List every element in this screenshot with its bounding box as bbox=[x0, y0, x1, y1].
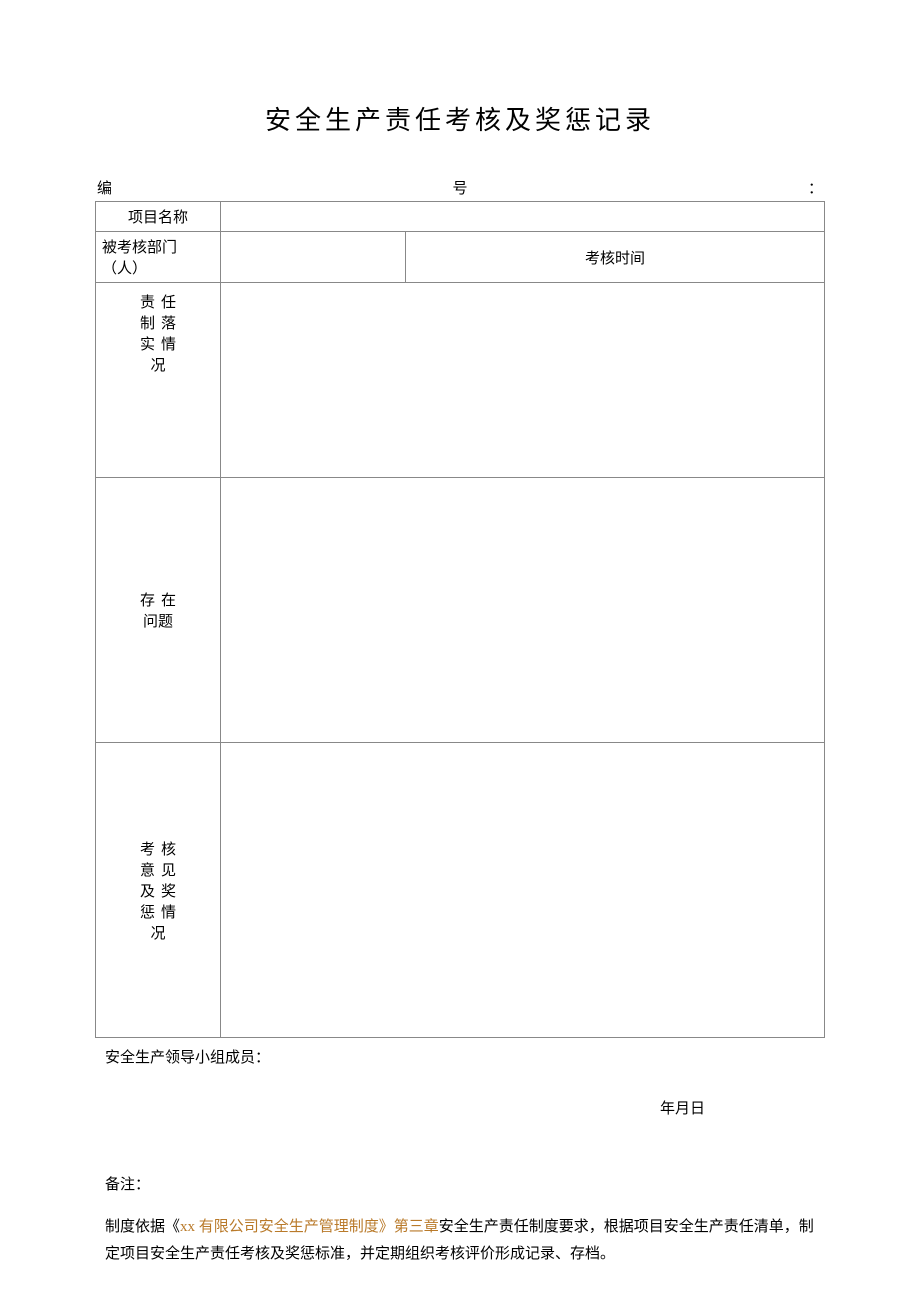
label-responsibility-line2: 制落 bbox=[140, 312, 176, 333]
label-assess-time: 考核时间 bbox=[406, 232, 825, 283]
note-body: 制度依据《xx 有限公司安全生产管理制度》第三章安全生产责任制度要求，根据项目安… bbox=[105, 1214, 825, 1268]
label-opinion-line4: 惩情 bbox=[140, 901, 176, 922]
serial-label-right: ： bbox=[808, 177, 823, 198]
row-project-name: 项目名称 bbox=[96, 202, 825, 232]
row-department: 被考核部门（人） 考核时间 bbox=[96, 232, 825, 283]
label-responsibility-line4: 况 bbox=[150, 358, 165, 374]
serial-number-row: 编 号 ： bbox=[95, 177, 825, 198]
value-department[interactable] bbox=[221, 232, 406, 283]
value-responsibility[interactable] bbox=[221, 283, 825, 478]
row-opinion: 考核 意见 及奖 惩情 况 bbox=[96, 743, 825, 1038]
label-opinion-line2: 意见 bbox=[140, 859, 176, 880]
label-opinion: 考核 意见 及奖 惩情 况 bbox=[96, 743, 221, 1038]
note-prefix: 制度依据《 bbox=[105, 1219, 180, 1235]
label-problems-line1: 存在 bbox=[140, 589, 176, 610]
date-label: 年月日 bbox=[95, 1097, 825, 1118]
sign-label: 安全生产领导小组成员： bbox=[105, 1046, 825, 1067]
row-responsibility: 责任 制落 实情 况 bbox=[96, 283, 825, 478]
label-responsibility-line3: 实情 bbox=[140, 333, 176, 354]
value-problems[interactable] bbox=[221, 478, 825, 743]
label-responsibility-line1: 责任 bbox=[140, 291, 176, 312]
note-label: 备注： bbox=[105, 1173, 825, 1194]
note-highlight: xx 有限公司安全生产管理制度》第三章 bbox=[180, 1219, 439, 1235]
label-project-name: 项目名称 bbox=[96, 202, 221, 232]
label-opinion-line1: 考核 bbox=[140, 838, 176, 859]
label-problems-line2: 问题 bbox=[143, 614, 173, 630]
row-problems: 存在 问题 bbox=[96, 478, 825, 743]
label-opinion-line3: 及奖 bbox=[140, 880, 176, 901]
label-responsibility: 责任 制落 实情 况 bbox=[96, 283, 221, 478]
label-department: 被考核部门（人） bbox=[96, 232, 221, 283]
serial-label-mid: 号 bbox=[452, 177, 467, 198]
value-project-name[interactable] bbox=[221, 202, 825, 232]
label-opinion-line5: 况 bbox=[150, 926, 165, 942]
label-problems: 存在 问题 bbox=[96, 478, 221, 743]
value-opinion[interactable] bbox=[221, 743, 825, 1038]
page-title: 安全生产责任考核及奖惩记录 bbox=[95, 100, 825, 137]
serial-label-left: 编 bbox=[97, 177, 112, 198]
form-table: 项目名称 被考核部门（人） 考核时间 责任 制落 实情 况 存在 问题 bbox=[95, 201, 825, 1038]
